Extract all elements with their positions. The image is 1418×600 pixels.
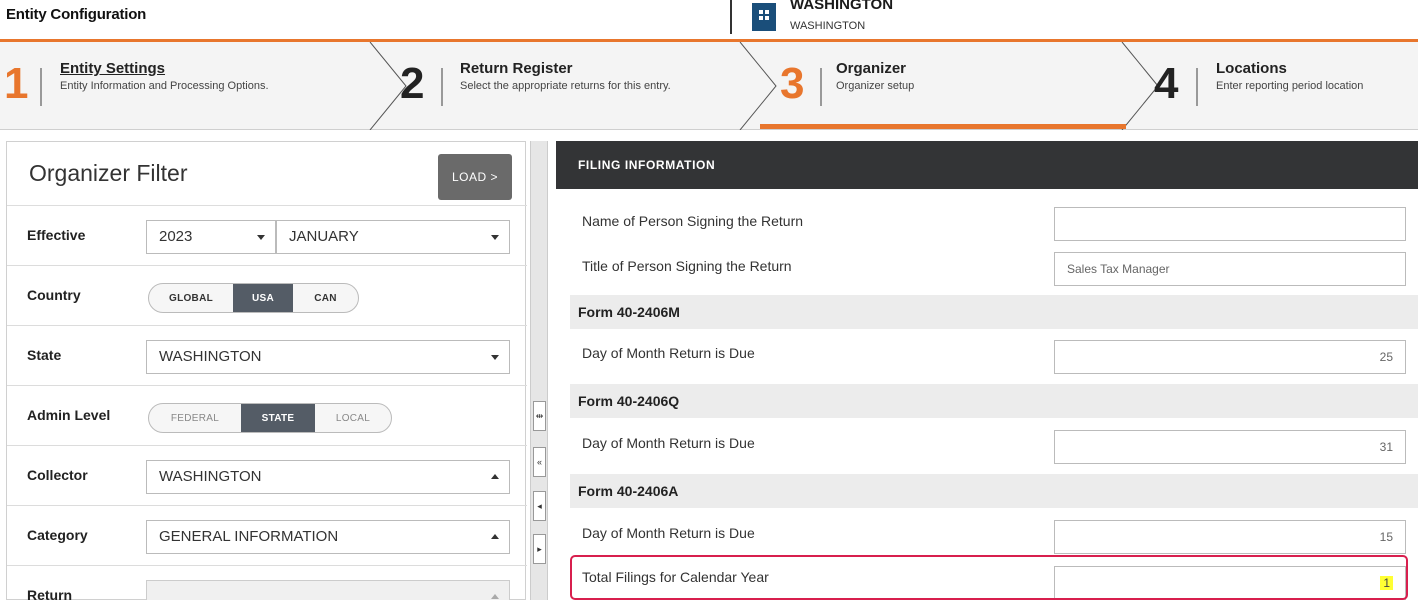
step-title: Locations — [1216, 60, 1287, 77]
step-description: Select the appropriate returns for this … — [460, 80, 671, 92]
return-label: Return — [27, 587, 73, 600]
chevron-up-icon — [491, 594, 499, 599]
return-select[interactable] — [146, 580, 510, 600]
step-entity-settings[interactable]: 1 Entity Settings Entity Information and… — [0, 42, 370, 129]
filter-header: Organizer Filter LOAD > — [7, 142, 527, 206]
effective-month-select[interactable]: JANUARY — [276, 220, 510, 254]
wizard-steps: 1 Entity Settings Entity Information and… — [0, 42, 1418, 130]
admin-level-row: Admin Level FEDERAL STATE LOCAL — [7, 386, 527, 446]
due-day-q-label: Day of Month Return is Due — [582, 435, 755, 451]
step-divider — [820, 68, 822, 106]
step-locations[interactable]: 4 Locations Enter reporting period locat… — [1122, 42, 1418, 129]
chevron-up-icon — [491, 534, 499, 539]
collapse-left-icon[interactable]: ◂ — [533, 491, 546, 521]
category-row: Category GENERAL INFORMATION — [7, 506, 527, 566]
collector-select[interactable]: WASHINGTON — [146, 460, 510, 494]
admin-option-local[interactable]: LOCAL — [315, 404, 391, 432]
filing-information-panel: FILING INFORMATION Name of Person Signin… — [556, 141, 1418, 600]
form-group-header-a: Form 40-2406A — [570, 474, 1418, 508]
step-number: 2 — [400, 59, 425, 108]
load-button[interactable]: LOAD > — [438, 154, 512, 200]
effective-year-value: 2023 — [159, 228, 193, 245]
organizer-filter-panel: Organizer Filter LOAD > Effective 2023 J… — [6, 141, 527, 600]
state-value: WASHINGTON — [159, 348, 262, 365]
form-group-header-m: Form 40-2406M — [570, 295, 1418, 329]
signer-title-input[interactable]: Sales Tax Manager — [1054, 252, 1406, 286]
state-row: State WASHINGTON — [7, 326, 527, 386]
signer-name-row: Name of Person Signing the Return — [570, 207, 1418, 247]
collapse-all-icon[interactable]: « — [533, 447, 546, 477]
country-option-global[interactable]: GLOBAL — [149, 284, 233, 312]
step-description: Organizer setup — [836, 80, 915, 92]
chevron-down-icon — [257, 235, 265, 240]
state-select[interactable]: WASHINGTON — [146, 340, 510, 374]
step-number: 1 — [4, 59, 29, 108]
admin-level-label: Admin Level — [27, 407, 111, 423]
highlight-annotation — [570, 555, 1408, 600]
step-title: Organizer — [836, 60, 907, 77]
step-divider — [40, 68, 42, 106]
category-value: GENERAL INFORMATION — [159, 528, 339, 545]
app-title: Entity Configuration — [6, 6, 147, 23]
due-day-a-label: Day of Month Return is Due — [582, 525, 755, 541]
panel-splitter[interactable]: ⇹ « ◂ ▸ — [530, 141, 548, 600]
step-description: Entity Information and Processing Option… — [60, 80, 269, 92]
effective-month-value: JANUARY — [289, 228, 359, 245]
effective-row: Effective 2023 JANUARY — [7, 206, 527, 266]
step-organizer[interactable]: 3 Organizer Organizer setup — [740, 42, 1122, 129]
collector-row: Collector WASHINGTON — [7, 446, 527, 506]
signer-title-label: Title of Person Signing the Return — [582, 258, 792, 274]
admin-level-toggle: FEDERAL STATE LOCAL — [148, 403, 392, 433]
step-title: Return Register — [460, 60, 573, 77]
chevron-up-icon — [491, 474, 499, 479]
entity-subtitle: WASHINGTON — [790, 20, 866, 32]
due-day-m-input[interactable]: 25 — [1054, 340, 1406, 374]
step-description: Enter reporting period location — [1216, 80, 1364, 92]
expand-right-icon[interactable]: ▸ — [533, 534, 546, 564]
category-select[interactable]: GENERAL INFORMATION — [146, 520, 510, 554]
building-icon — [752, 3, 776, 31]
country-label: Country — [27, 287, 81, 303]
chevron-down-icon — [491, 235, 499, 240]
collector-label: Collector — [27, 467, 88, 483]
due-day-q-input[interactable]: 31 — [1054, 430, 1406, 464]
step-title[interactable]: Entity Settings — [60, 60, 165, 77]
step-number: 4 — [1154, 59, 1179, 108]
section-header: FILING INFORMATION — [556, 141, 1418, 189]
title-divider — [730, 0, 732, 34]
filter-title: Organizer Filter — [29, 160, 188, 186]
step-number: 3 — [780, 59, 805, 108]
step-return-register[interactable]: 2 Return Register Select the appropriate… — [370, 42, 740, 129]
signer-name-input[interactable] — [1054, 207, 1406, 241]
country-row: Country GLOBAL USA CAN — [7, 266, 527, 326]
active-step-indicator — [760, 124, 1126, 129]
due-day-m-row: Day of Month Return is Due 25 — [570, 339, 1418, 379]
due-day-a-row: Day of Month Return is Due 15 — [570, 519, 1418, 559]
entity-name: WASHINGTON — [790, 0, 894, 13]
due-day-q-row: Day of Month Return is Due 31 — [570, 429, 1418, 469]
admin-option-federal[interactable]: FEDERAL — [149, 404, 241, 432]
admin-option-state[interactable]: STATE — [241, 404, 315, 432]
title-bar: Entity Configuration WASHINGTON WASHINGT… — [0, 0, 1418, 42]
step-divider — [441, 68, 443, 106]
resize-handle-icon[interactable]: ⇹ — [533, 401, 546, 431]
chevron-down-icon — [491, 355, 499, 360]
country-option-usa[interactable]: USA — [233, 284, 293, 312]
due-day-a-input[interactable]: 15 — [1054, 520, 1406, 554]
country-option-can[interactable]: CAN — [293, 284, 358, 312]
collector-value: WASHINGTON — [159, 468, 262, 485]
step-divider — [1196, 68, 1198, 106]
category-label: Category — [27, 527, 88, 543]
form-group-header-q: Form 40-2406Q — [570, 384, 1418, 418]
state-label: State — [27, 347, 62, 363]
effective-year-select[interactable]: 2023 — [146, 220, 276, 254]
effective-label: Effective — [27, 227, 86, 243]
signer-name-label: Name of Person Signing the Return — [582, 213, 804, 229]
return-row: Return — [7, 566, 527, 600]
due-day-m-label: Day of Month Return is Due — [582, 345, 755, 361]
signer-title-row: Title of Person Signing the Return Sales… — [570, 252, 1418, 292]
country-toggle: GLOBAL USA CAN — [148, 283, 359, 313]
